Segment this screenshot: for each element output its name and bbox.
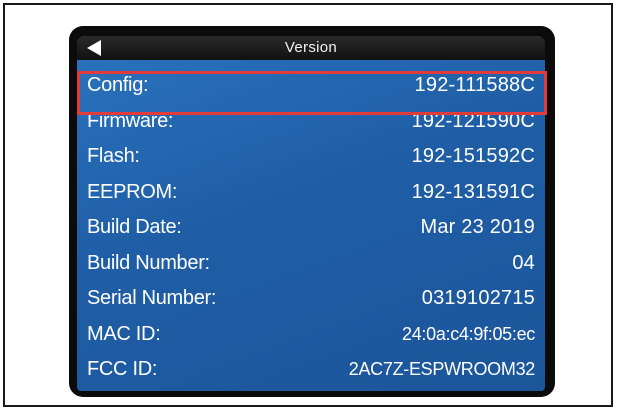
row-build-date: Build Date: Mar 23 2019 bbox=[77, 210, 545, 246]
flash-label: Flash: bbox=[87, 145, 140, 167]
serial-number-value: 0319102715 bbox=[421, 287, 535, 309]
page-title: Version bbox=[284, 39, 338, 56]
firmware-label: Firmware: bbox=[87, 109, 174, 132]
build-date-label: Build Date: bbox=[87, 216, 182, 238]
fcc-id-value: 2AC7Z-ESPWROOM32 bbox=[348, 359, 536, 379]
image-frame: Version Config: 192-111588C Firmware: 19… bbox=[3, 3, 613, 407]
row-fcc-id: FCC ID: 2AC7Z-ESPWROOM32 bbox=[77, 352, 545, 388]
row-serial-number: Serial Number: 0319102715 bbox=[77, 281, 545, 317]
config-value: 192-111588C bbox=[414, 74, 535, 96]
build-date-value: Mar 23 2019 bbox=[420, 216, 535, 238]
serial-number-label: Serial Number: bbox=[87, 287, 217, 309]
firmware-value: 192-121590C bbox=[411, 109, 535, 132]
mac-id-label: MAC ID: bbox=[87, 322, 161, 345]
eeprom-value: 192-131591C bbox=[411, 180, 535, 203]
device-bezel: Version Config: 192-111588C Firmware: 19… bbox=[69, 26, 555, 397]
eeprom-label: EEPROM: bbox=[87, 180, 178, 203]
build-number-value: 04 bbox=[512, 251, 535, 274]
flash-value: 192-151592C bbox=[411, 145, 535, 167]
title-bar: Version bbox=[77, 36, 545, 60]
fcc-id-label: FCC ID: bbox=[87, 358, 158, 380]
version-info-list: Config: 192-111588C Firmware: 192-121590… bbox=[77, 68, 545, 388]
row-flash: Flash: 192-151592C bbox=[77, 139, 545, 175]
row-firmware: Firmware: 192-121590C bbox=[77, 104, 545, 140]
config-label: Config: bbox=[87, 74, 149, 96]
row-build-number: Build Number: 04 bbox=[77, 246, 545, 282]
mac-id-value: 24:0a:c4:9f:05:ec bbox=[401, 323, 535, 344]
row-eeprom: EEPROM: 192-131591C bbox=[77, 175, 545, 211]
display-screen: Version Config: 192-111588C Firmware: 19… bbox=[77, 36, 545, 391]
row-config: Config: 192-111588C bbox=[77, 68, 545, 104]
row-mac-id: MAC ID: 24:0a:c4:9f:05:ec bbox=[77, 317, 545, 353]
build-number-label: Build Number: bbox=[87, 251, 210, 274]
